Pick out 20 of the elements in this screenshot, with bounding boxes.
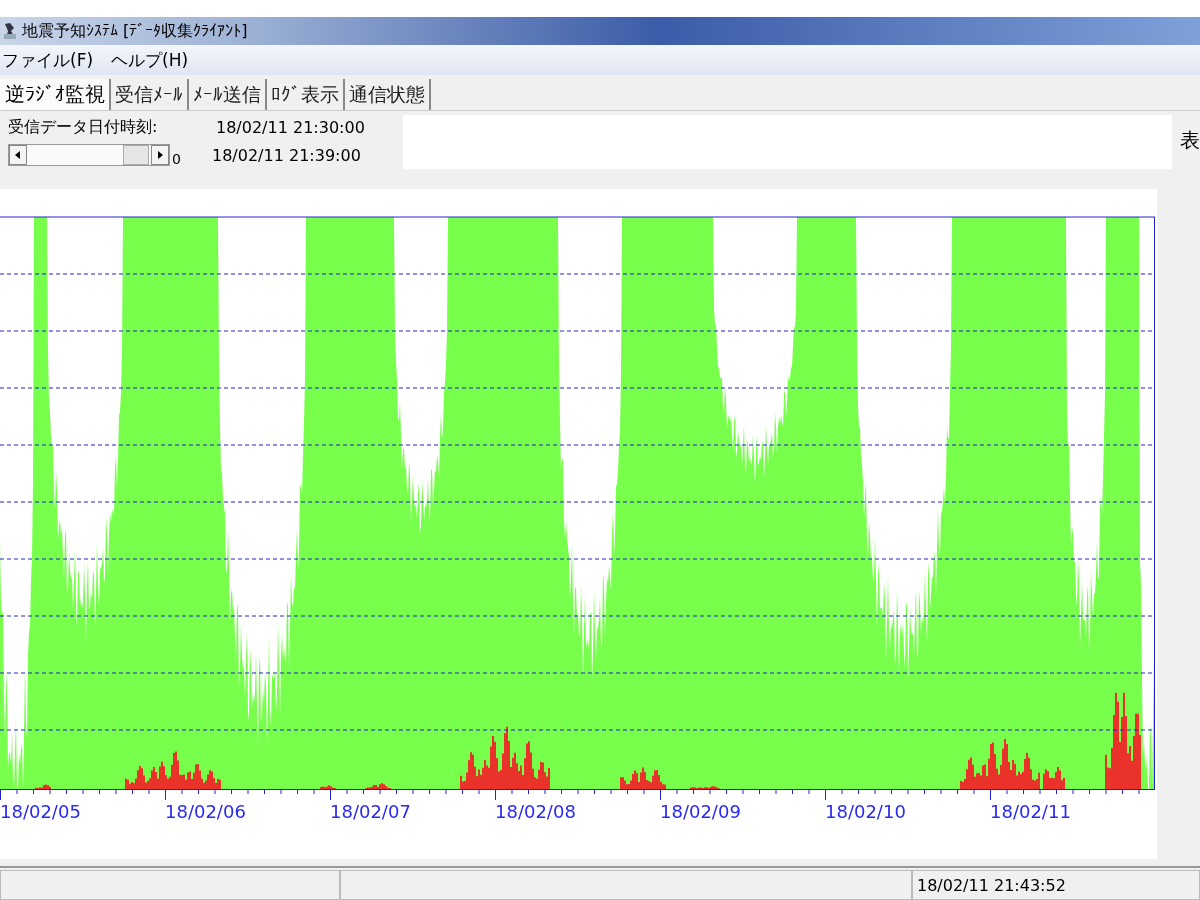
- side-label: 表: [1179, 127, 1200, 154]
- status-time: 18/02/11 21:43:52: [912, 870, 1200, 900]
- date-label: 18/02/05: [0, 801, 81, 822]
- time-scrollbar[interactable]: [8, 144, 170, 166]
- date-time-label: 受信データ日付時刻:: [8, 116, 159, 138]
- scroll-thumb[interactable]: [123, 145, 149, 165]
- window-title: 地震予知ｼｽﾃﾑ [ﾃﾞｰﾀ収集ｸﾗｲｱﾝﾄ]: [22, 20, 248, 42]
- scroll-value: 0: [171, 151, 182, 167]
- current-time: 18/02/11 21:39:00: [212, 145, 361, 165]
- received-time: 18/02/11 21:30:00: [216, 117, 365, 137]
- menu-item[interactable]: ファイル(F): [2, 48, 94, 72]
- menu-item[interactable]: ヘルプ(H): [111, 48, 189, 72]
- date-label: 18/02/06: [165, 801, 246, 822]
- date-label: 18/02/10: [825, 801, 906, 822]
- date-label: 18/02/08: [495, 801, 576, 822]
- date-label: 18/02/11: [990, 801, 1071, 822]
- date-label: 18/02/07: [330, 801, 411, 822]
- tab[interactable]: 逆ﾗｼﾞｵ監視: [0, 79, 111, 110]
- date-label: 18/02/09: [660, 801, 741, 822]
- app-icon: [2, 22, 18, 40]
